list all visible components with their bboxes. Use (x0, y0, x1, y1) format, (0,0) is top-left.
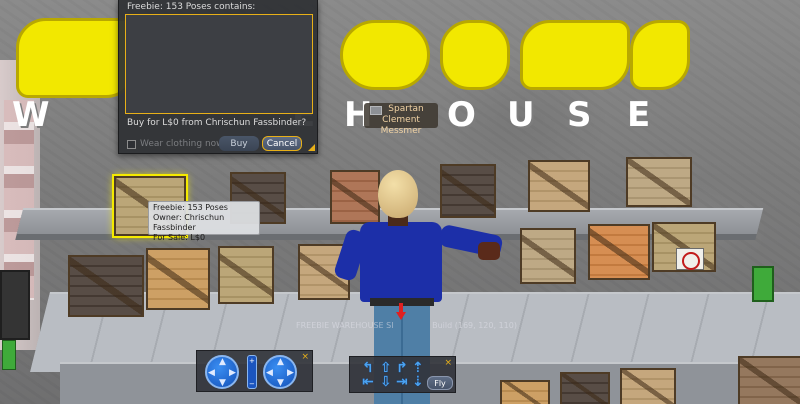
no-entry-sign (676, 248, 704, 270)
crate[interactable] (218, 246, 274, 304)
crate[interactable] (738, 356, 800, 404)
object-hover-tooltip: Freebie: 153 Poses Owner: Chrischun Fass… (148, 201, 260, 242)
green-container (2, 340, 16, 370)
sign-letter (630, 20, 690, 90)
crate[interactable] (146, 248, 210, 310)
camera-controls-panel: ▲ ▼ ◀ ▶ + − ▲ ▼ ◀ ▶ × (196, 350, 313, 392)
crate[interactable] (620, 368, 676, 404)
arrow-down-icon: ▼ (219, 378, 226, 388)
orbit-control-icon[interactable]: ▲ ▼ ◀ ▶ (205, 355, 239, 389)
move-arrows-icon[interactable]: ⇧ ⇩ (380, 361, 394, 389)
forward-icon: ⇧ (380, 360, 392, 376)
sign-letter (440, 20, 510, 90)
down-icon: ⇣ (412, 374, 424, 390)
crate[interactable] (68, 255, 144, 317)
sign-glyph: E (627, 95, 653, 135)
wear-clothing-label: Wear clothing now (140, 139, 224, 149)
tooltip-object-name: Freebie: 153 Poses (153, 203, 228, 212)
buy-contents-dialog: Freebie: 153 Poses contains: Buy for L$0… (118, 0, 318, 154)
ground-coordinate-text: Build (169, 120, 110) (432, 321, 517, 330)
arrow-left-icon: ◀ (266, 368, 273, 378)
ground-overlay-text: FREEBIE WAREHOUSE SI Build (169, 120, 11… (296, 321, 517, 330)
tooltip-owner: Owner: Chrischun Fassbinder (153, 213, 225, 232)
crate[interactable] (520, 228, 576, 284)
turn-left-icon: ↰ (362, 360, 374, 376)
avatar-last-name: Clement Messmer (380, 115, 422, 136)
wear-clothing-checkbox[interactable] (127, 140, 136, 149)
avatar-hand (478, 242, 500, 260)
avatar-name-tag: Spartan Clement Messmer (364, 103, 438, 136)
dialog-title: Freebie: 153 Poses contains: (127, 2, 256, 12)
arrow-left-icon: ◀ (208, 368, 215, 378)
crate[interactable] (528, 160, 590, 212)
arrow-up-icon: ▲ (219, 357, 226, 367)
crate[interactable] (560, 372, 610, 404)
crate[interactable] (500, 380, 550, 404)
avatar-shirt (360, 222, 442, 302)
sign-glyph: S (567, 95, 594, 135)
crate[interactable] (626, 157, 692, 207)
green-container (752, 266, 774, 302)
slide-left-icon: ⇤ (362, 374, 374, 390)
arrow-up-icon: ▲ (277, 357, 284, 367)
arrow-down-icon: ▼ (277, 378, 284, 388)
move-arrows-icon[interactable]: ↱ ⇥ (396, 361, 410, 389)
cancel-button[interactable]: Cancel (262, 136, 302, 151)
left-sign-board (0, 270, 30, 340)
backward-icon: ⇩ (380, 374, 392, 390)
contents-list[interactable] (125, 14, 313, 114)
tooltip-price: For Sale: L$0 (153, 233, 206, 242)
resize-handle-icon[interactable] (308, 144, 315, 151)
ground-region-text: FREEBIE WAREHOUSE SI (296, 321, 394, 330)
slide-right-icon: ⇥ (396, 374, 408, 390)
sign-letter (520, 20, 630, 90)
down-arrow-icon (396, 303, 406, 323)
pan-control-icon[interactable]: ▲ ▼ ◀ ▶ (263, 355, 297, 389)
move-arrows-icon[interactable]: ↰ ⇤ (362, 361, 376, 389)
arrow-right-icon: ▶ (229, 368, 236, 378)
warehouse-sign-white: W E H O U S E (12, 95, 712, 135)
zoom-in-icon[interactable]: + (249, 357, 255, 365)
avatar-head (378, 170, 418, 218)
sign-glyph: O (447, 95, 478, 135)
crate[interactable] (588, 224, 650, 280)
warehouse-sign-yellow (10, 10, 720, 98)
close-icon[interactable]: × (301, 352, 309, 362)
buy-prompt: Buy for L$0 from Chrischun Fassbinder? (127, 118, 307, 128)
sign-glyph: W (12, 95, 52, 135)
sign-letter (340, 20, 430, 90)
avatar-icon (370, 106, 382, 115)
arrow-right-icon: ▶ (287, 368, 294, 378)
close-icon[interactable]: × (444, 358, 452, 368)
up-icon: ⇡ (412, 360, 424, 376)
turn-right-icon: ↱ (396, 360, 408, 376)
zoom-control-icon[interactable]: + − (247, 355, 257, 389)
zoom-out-icon[interactable]: − (249, 380, 255, 388)
fly-button[interactable]: Fly (427, 376, 453, 390)
buy-button[interactable]: Buy (219, 136, 259, 151)
move-arrows-icon[interactable]: ⇡ ⇣ (412, 361, 426, 389)
sign-glyph: U (507, 95, 537, 135)
